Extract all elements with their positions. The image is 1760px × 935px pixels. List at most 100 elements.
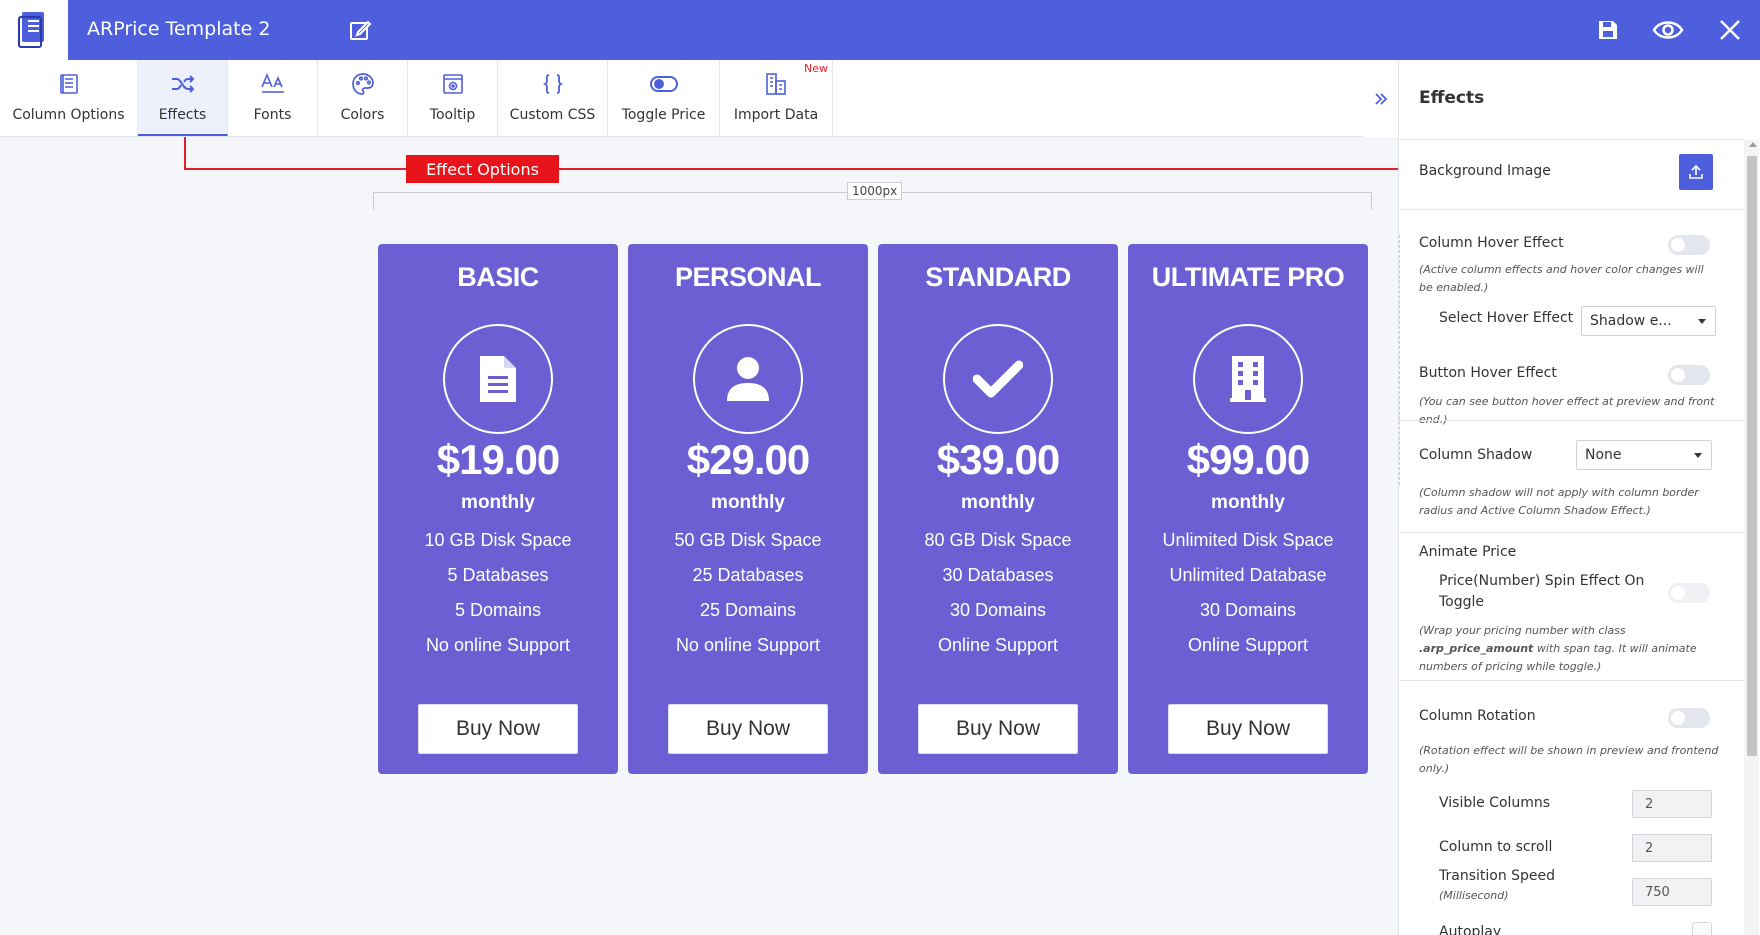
card-icon-circle xyxy=(1193,324,1303,434)
column-hover-toggle[interactable] xyxy=(1668,235,1710,255)
animate-price-note: (Wrap your pricing number with class .ar… xyxy=(1419,622,1729,676)
tool-tooltip[interactable]: Tooltip xyxy=(408,60,498,136)
column-hover-note: (Active column effects and hover color c… xyxy=(1419,263,1704,294)
card-period: monthly xyxy=(711,492,785,513)
card-feature: 50 GB Disk Space xyxy=(674,530,822,550)
card-title: BASIC xyxy=(457,262,539,292)
card-feature: Unlimited Disk Space xyxy=(1162,530,1334,550)
card-price: $99.00 xyxy=(1186,436,1310,483)
card-feature: 5 Domains xyxy=(454,600,542,620)
tool-label: Effects xyxy=(158,107,207,123)
animate-price-note-pre: (Wrap your pricing number with class xyxy=(1419,624,1626,637)
app-logo xyxy=(0,0,68,60)
column-options-icon xyxy=(55,70,83,98)
card-icon-circle xyxy=(693,324,803,434)
column-shadow-note: (Column shadow will not apply with colum… xyxy=(1419,486,1699,517)
card-period: monthly xyxy=(1211,492,1285,513)
animate-price-label: Animate Price xyxy=(1419,544,1517,560)
buy-now-button[interactable]: Buy Now xyxy=(668,704,828,754)
card-feature: No online Support xyxy=(675,635,821,655)
tool-toggle-price[interactable]: Toggle Price xyxy=(608,60,720,136)
divider xyxy=(1399,532,1744,533)
background-image-label: Background Image xyxy=(1419,163,1551,179)
card-title: ULTIMATE PRO xyxy=(1151,262,1345,292)
panel-scrollbar-thumb[interactable] xyxy=(1747,156,1757,756)
buy-now-button[interactable]: Buy Now xyxy=(418,704,578,754)
column-shadow-select[interactable]: None xyxy=(1576,440,1712,470)
visible-columns-label: Visible Columns xyxy=(1439,795,1551,811)
edit-title-icon[interactable] xyxy=(348,18,372,42)
button-hover-toggle[interactable] xyxy=(1668,365,1710,385)
effect-options-annotation: Effect Options xyxy=(406,155,559,183)
width-ruler-label: 1000px xyxy=(847,182,903,200)
tool-import-data[interactable]: New Import Data xyxy=(720,60,833,136)
card-price: $29.00 xyxy=(686,436,810,483)
tool-colors[interactable]: Colors xyxy=(318,60,408,136)
card-feature: 25 Databases xyxy=(692,565,804,585)
font-icon xyxy=(259,70,287,98)
card-period: monthly xyxy=(461,492,535,513)
top-bar: ARPrice Template 2 xyxy=(0,0,1760,60)
spin-effect-toggle[interactable] xyxy=(1668,583,1710,603)
upload-background-button[interactable] xyxy=(1679,154,1713,190)
column-rotation-note: (Rotation effect will be shown in previe… xyxy=(1419,744,1719,775)
visible-columns-input[interactable]: 2 xyxy=(1632,790,1712,818)
shuffle-icon xyxy=(169,70,197,98)
annotation-line-horizontal xyxy=(184,168,1398,170)
tool-label: Fonts xyxy=(253,107,292,123)
divider xyxy=(1399,209,1744,210)
autoplay-checkbox[interactable] xyxy=(1692,922,1712,935)
card-price: $39.00 xyxy=(936,436,1060,483)
hover-effect-select[interactable]: Shadow e... xyxy=(1581,306,1716,336)
card-icon-circle xyxy=(943,324,1053,434)
toggle-icon xyxy=(649,70,678,98)
tool-effects[interactable]: Effects xyxy=(138,60,228,136)
card-title: STANDARD xyxy=(925,262,1071,292)
button-hover-note: (You can see button hover effect at prev… xyxy=(1419,395,1715,426)
card-feature: 30 Domains xyxy=(1199,600,1297,620)
column-shadow-label: Column Shadow xyxy=(1419,447,1533,463)
save-icon[interactable] xyxy=(1592,14,1624,46)
pricing-card-basic: BASIC $19.00 monthly 10 GB Disk Space 5 … xyxy=(378,244,618,774)
tool-fonts[interactable]: Fonts xyxy=(228,60,318,136)
tool-label: Toggle Price xyxy=(621,107,706,123)
buy-now-button[interactable]: Buy Now xyxy=(918,704,1078,754)
card-feature: 80 GB Disk Space xyxy=(924,530,1072,550)
collapse-panel-button[interactable] xyxy=(1363,60,1398,137)
scroll-up-arrow-icon[interactable] xyxy=(1749,142,1757,147)
card-icon-circle xyxy=(443,324,553,434)
braces-icon xyxy=(539,70,567,98)
tool-label: Colors xyxy=(340,107,385,123)
tool-label: Tooltip xyxy=(429,107,476,123)
effects-panel: Effects Background Image Column Hover Ef… xyxy=(1398,60,1760,935)
select-hover-effect-label: Select Hover Effect xyxy=(1439,310,1574,326)
hover-effect-value: Shadow e... xyxy=(1590,313,1672,329)
palette-icon xyxy=(349,70,377,98)
app-logo-icon xyxy=(18,12,44,48)
toolbar: Column Options Effects Fonts Colors Tool… xyxy=(0,60,1398,137)
import-data-icon xyxy=(762,70,790,98)
buy-now-button[interactable]: Buy Now xyxy=(1168,704,1328,754)
column-to-scroll-input[interactable]: 2 xyxy=(1632,834,1712,862)
column-rotation-label: Column Rotation xyxy=(1419,708,1536,724)
panel-title: Effects xyxy=(1419,88,1485,108)
card-feature: 25 Domains xyxy=(699,600,797,620)
card-feature: Unlimited Database xyxy=(1169,565,1327,585)
double-chevron-right-icon xyxy=(1374,92,1387,105)
transition-speed-input[interactable]: 750 xyxy=(1632,878,1712,906)
app-title: ARPrice Template 2 xyxy=(87,18,271,40)
close-icon[interactable] xyxy=(1714,14,1746,46)
button-hover-label: Button Hover Effect xyxy=(1419,365,1557,381)
column-to-scroll-label: Column to scroll xyxy=(1439,839,1553,855)
card-feature: Online Support xyxy=(937,635,1059,655)
transition-speed-unit: (Millisecond) xyxy=(1439,889,1509,902)
tool-custom-css[interactable]: Custom CSS xyxy=(498,60,608,136)
divider xyxy=(1399,139,1744,140)
tool-label: Custom CSS xyxy=(509,107,596,123)
preview-eye-icon[interactable] xyxy=(1652,14,1684,46)
divider xyxy=(1399,420,1744,421)
card-feature: Online Support xyxy=(1187,635,1309,655)
column-rotation-toggle[interactable] xyxy=(1668,708,1710,728)
tool-column-options[interactable]: Column Options xyxy=(0,60,138,136)
card-feature: 30 Databases xyxy=(942,565,1054,585)
